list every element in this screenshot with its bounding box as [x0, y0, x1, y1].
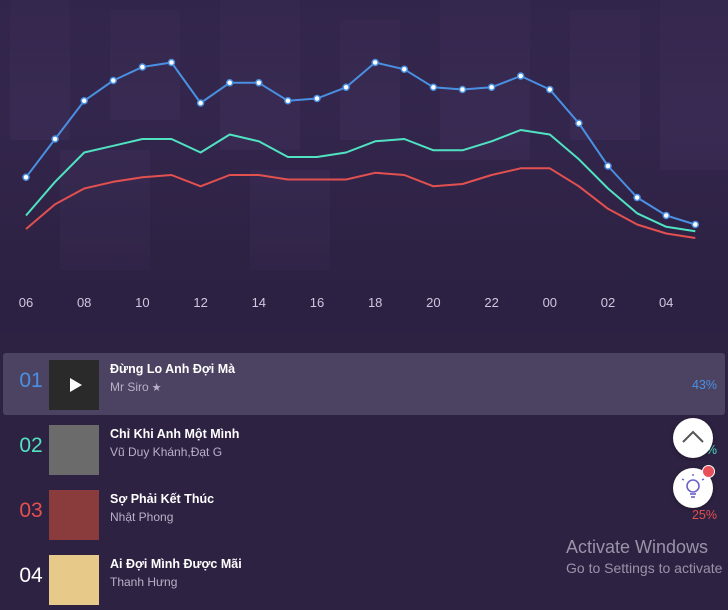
song-thumbnail[interactable] [49, 425, 99, 475]
series-point[interactable] [22, 173, 30, 181]
series-point[interactable] [487, 83, 496, 91]
artist-name[interactable]: Vũ Duy Khánh,Đạt G [110, 445, 222, 459]
chevron-up-icon [682, 430, 704, 443]
rank-number: 01 [19, 369, 43, 392]
x-tick-label: 04 [659, 295, 673, 310]
song-thumbnail[interactable] [49, 490, 99, 540]
series-point[interactable] [575, 119, 583, 127]
x-tick-label: 22 [484, 295, 498, 310]
song-thumbnail[interactable] [49, 360, 99, 410]
play-icon[interactable] [70, 378, 82, 392]
x-tick-label: 10 [135, 295, 149, 310]
star-icon: ★ [151, 382, 162, 394]
series-point[interactable] [546, 85, 554, 94]
x-tick-label: 00 [543, 295, 557, 310]
x-tick-label: 02 [601, 295, 615, 310]
x-tick-label: 08 [77, 295, 91, 310]
song-title[interactable]: Chỉ Khi Anh Một Mình [110, 427, 239, 441]
song-row[interactable]: 02 Chỉ Khi Anh Một Mình Vũ Duy Khánh,Đạt… [3, 418, 725, 480]
series-point[interactable] [255, 79, 263, 87]
song-artist[interactable]: Nhật Phong [110, 510, 173, 524]
notification-dot [702, 465, 715, 478]
series-point[interactable] [633, 193, 641, 202]
series-point[interactable] [109, 76, 118, 85]
song-percent: 43% [691, 378, 717, 392]
series-point[interactable] [80, 97, 88, 105]
series-point[interactable] [342, 83, 350, 91]
artist-name[interactable]: Mr Siro [110, 380, 149, 394]
artist-name[interactable]: Nhật Phong [110, 510, 173, 524]
series-point[interactable] [313, 94, 321, 103]
song-artist[interactable]: Vũ Duy Khánh,Đạt G [110, 445, 222, 459]
series-point[interactable] [604, 162, 612, 170]
series-line-3 [25, 167, 696, 239]
song-row[interactable]: 03 Sợ Phải Kết Thúc Nhật Phong 25% [3, 483, 725, 545]
rank-number: 03 [19, 499, 43, 522]
line-chart: 06 08 10 12 14 16 18 20 22 00 02 04 [19, 58, 700, 310]
x-tick-label: 14 [252, 295, 266, 310]
series-point[interactable] [691, 220, 700, 229]
series-point[interactable] [167, 58, 176, 67]
rank-number: 04 [19, 564, 43, 587]
song-title[interactable]: Ai Đợi Mình Được Mãi [110, 557, 242, 571]
artist-name[interactable]: Thanh Hưng [110, 575, 177, 589]
song-title[interactable]: Đừng Lo Anh Đợi Mà [110, 362, 235, 376]
watermark-title: Activate Windows [566, 537, 709, 557]
rank-number: 02 [19, 434, 43, 457]
x-tick-label: 18 [368, 295, 382, 310]
series-point[interactable] [51, 135, 59, 143]
series-point[interactable] [225, 79, 234, 87]
scroll-to-top-button[interactable] [673, 418, 713, 458]
song-thumbnail[interactable] [49, 555, 99, 605]
x-tick-label: 16 [310, 295, 324, 310]
series-point[interactable] [662, 211, 670, 220]
x-tick-label: 12 [193, 295, 207, 310]
song-row[interactable]: 01 Đừng Lo Anh Đợi Mà Mr Siro ★ 43% [3, 353, 725, 415]
series-point[interactable] [284, 97, 292, 105]
series-point[interactable] [138, 63, 147, 71]
series-point[interactable] [371, 58, 379, 67]
series-point[interactable] [400, 65, 409, 73]
series-point[interactable] [458, 85, 467, 94]
chart-panel: 06 08 10 12 14 16 18 20 22 00 02 04 [0, 0, 728, 333]
x-tick-label: 20 [426, 295, 440, 310]
song-percent: 25% [691, 508, 717, 522]
song-artist[interactable]: Mr Siro ★ [110, 380, 162, 394]
song-artist[interactable]: Thanh Hưng [110, 575, 177, 589]
x-tick-label: 06 [19, 295, 33, 310]
watermark-subtitle: Go to Settings to activate [566, 560, 723, 576]
series-point[interactable] [516, 72, 525, 80]
windows-activation-watermark: Activate Windows Go to Settings to activ… [566, 537, 722, 576]
series-point[interactable] [196, 99, 205, 107]
series-point[interactable] [429, 83, 438, 91]
idea-button[interactable] [673, 465, 715, 508]
song-title[interactable]: Sợ Phải Kết Thúc [110, 492, 214, 506]
